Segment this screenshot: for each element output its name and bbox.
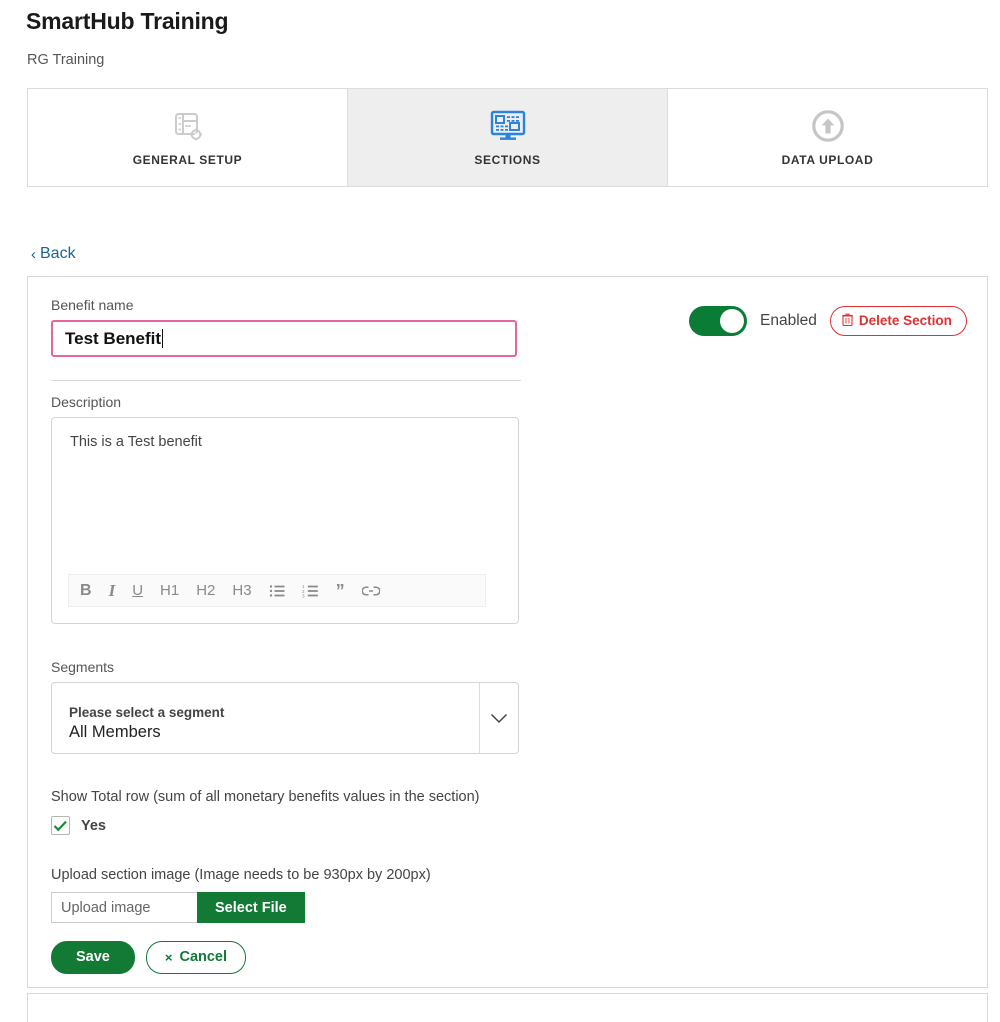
- form-actions: Save × Cancel: [51, 941, 247, 974]
- blockquote-button[interactable]: ”: [336, 581, 345, 601]
- bold-button[interactable]: B: [80, 581, 92, 601]
- text-caret: [162, 329, 164, 348]
- benefit-name-label: Benefit name: [51, 297, 134, 313]
- segments-select[interactable]: Please select a segment All Members: [51, 682, 519, 754]
- benefit-name-input[interactable]: Test Benefit: [51, 320, 517, 357]
- total-row-group: Show Total row (sum of all monetary bene…: [51, 789, 480, 835]
- description-editor[interactable]: This is a Test benefit B I U H1 H2 H3 1 …: [51, 417, 519, 624]
- link-icon[interactable]: [361, 581, 380, 601]
- delete-section-button[interactable]: Delete Section: [829, 306, 967, 336]
- total-row-check-row: Yes: [51, 816, 480, 835]
- description-text[interactable]: This is a Test benefit: [52, 418, 518, 466]
- page-subtitle: RG Training: [27, 52, 105, 68]
- svg-text:3: 3: [302, 593, 305, 598]
- check-icon: [53, 820, 67, 831]
- back-link-label: Back: [40, 245, 76, 262]
- page-root: SmartHub Training RG Training GENERAL SE…: [0, 0, 1000, 1022]
- back-link[interactable]: ‹ Back: [31, 245, 76, 263]
- section-edit-card: Benefit name Test Benefit Enabled Delete…: [27, 276, 988, 988]
- page-title: SmartHub Training: [26, 8, 229, 34]
- enabled-toggle[interactable]: [689, 306, 747, 336]
- heading-2-button[interactable]: H2: [196, 581, 215, 601]
- select-file-button[interactable]: Select File: [197, 892, 305, 923]
- total-row-checkbox[interactable]: [51, 816, 70, 835]
- tab-general-setup[interactable]: GENERAL SETUP: [28, 89, 348, 186]
- tab-data-upload[interactable]: DATA UPLOAD: [668, 89, 987, 186]
- segments-hint: Please select a segment: [69, 705, 225, 720]
- close-icon: ×: [164, 949, 173, 965]
- chevron-down-icon[interactable]: [479, 683, 518, 753]
- tab-sections[interactable]: SECTIONS: [348, 89, 668, 186]
- italic-button[interactable]: I: [109, 581, 116, 601]
- editor-toolbar: B I U H1 H2 H3 1 2 3 ”: [68, 574, 486, 607]
- tab-label-general-setup: GENERAL SETUP: [132, 153, 243, 167]
- chevron-left-icon: ‹: [31, 245, 36, 263]
- benefit-name-group: Benefit name Test Benefit: [51, 297, 541, 357]
- tab-label-data-upload: DATA UPLOAD: [781, 153, 874, 167]
- upload-arrow-circle-icon: [811, 108, 845, 144]
- upload-group: Upload section image (Image needs to be …: [51, 867, 431, 923]
- tab-bar: GENERAL SETUP SECTIONS DATA UPLOAD: [27, 88, 988, 187]
- tab-label-sections: SECTIONS: [474, 153, 541, 167]
- upload-image-input[interactable]: Upload image: [51, 892, 197, 923]
- monitor-layout-icon: [490, 108, 526, 144]
- next-section-card: [27, 993, 988, 1022]
- upload-row: Upload image Select File: [51, 892, 431, 923]
- document-gear-icon: [171, 108, 205, 144]
- underline-button[interactable]: U: [132, 581, 143, 601]
- cancel-button-label: Cancel: [179, 949, 228, 965]
- segments-select-main: Please select a segment All Members: [52, 683, 479, 753]
- numbered-list-button[interactable]: 1 2 3: [302, 581, 319, 601]
- field-divider: [51, 380, 521, 381]
- description-group: Description This is a Test benefit B I U…: [51, 394, 541, 624]
- segments-label: Segments: [51, 659, 115, 675]
- trash-icon: [842, 313, 853, 329]
- toggle-knob: [720, 309, 744, 333]
- bullet-list-button[interactable]: [269, 581, 285, 601]
- heading-3-button[interactable]: H3: [232, 581, 251, 601]
- description-label: Description: [51, 394, 122, 410]
- save-button[interactable]: Save: [51, 941, 135, 974]
- section-controls: Enabled Delete Section: [689, 306, 967, 336]
- cancel-button[interactable]: × Cancel: [145, 941, 247, 974]
- delete-section-label: Delete Section: [858, 313, 952, 329]
- segments-group: Segments Please select a segment All Mem…: [51, 659, 541, 754]
- segments-value: All Members: [69, 723, 161, 741]
- enabled-toggle-label: Enabled: [760, 312, 817, 329]
- heading-1-button[interactable]: H1: [160, 581, 179, 601]
- benefit-name-value: Test Benefit: [65, 328, 162, 348]
- total-row-checkbox-label: Yes: [81, 817, 106, 834]
- upload-label: Upload section image (Image needs to be …: [51, 867, 431, 883]
- total-row-label: Show Total row (sum of all monetary bene…: [51, 789, 480, 805]
